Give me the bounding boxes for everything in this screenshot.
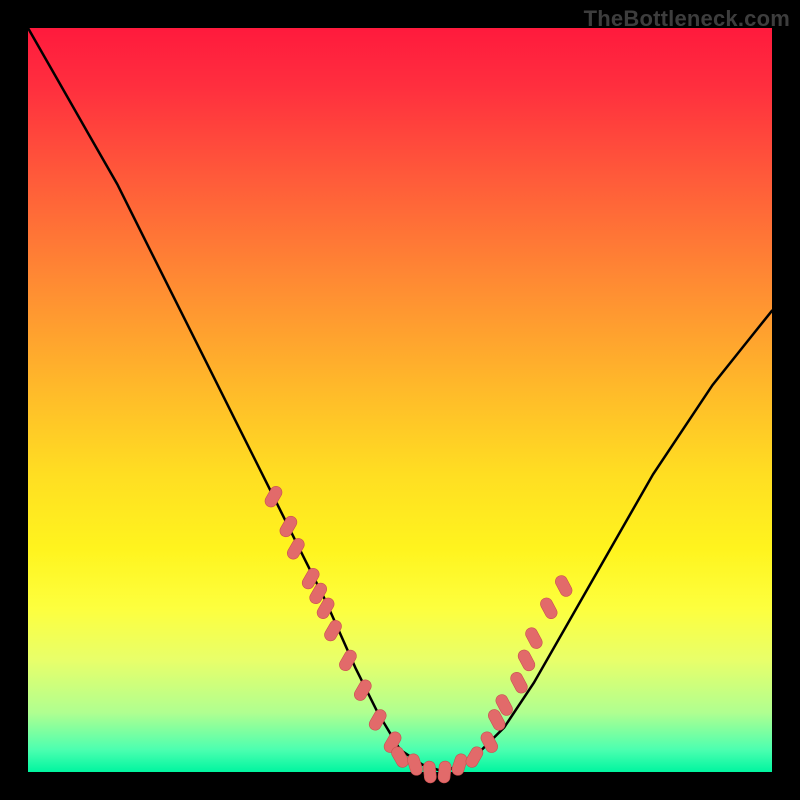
curve-marker bbox=[367, 707, 388, 732]
curve-marker bbox=[322, 618, 343, 643]
curve-marker bbox=[450, 752, 468, 777]
watermark-text: TheBottleneck.com bbox=[584, 6, 790, 32]
curve-marker bbox=[523, 626, 544, 651]
curve-marker bbox=[538, 596, 559, 621]
curve-marker bbox=[509, 670, 530, 695]
curve-marker bbox=[553, 573, 574, 598]
curve-marker bbox=[278, 514, 299, 539]
curve-markers bbox=[263, 484, 574, 783]
chart-frame bbox=[28, 28, 772, 772]
curve-marker bbox=[263, 484, 284, 509]
curve-marker bbox=[516, 648, 537, 673]
curve-marker bbox=[423, 760, 437, 783]
bottleneck-curve bbox=[28, 28, 772, 772]
curve-marker bbox=[437, 760, 451, 783]
chart-svg bbox=[28, 28, 772, 772]
curve-marker bbox=[406, 752, 424, 777]
